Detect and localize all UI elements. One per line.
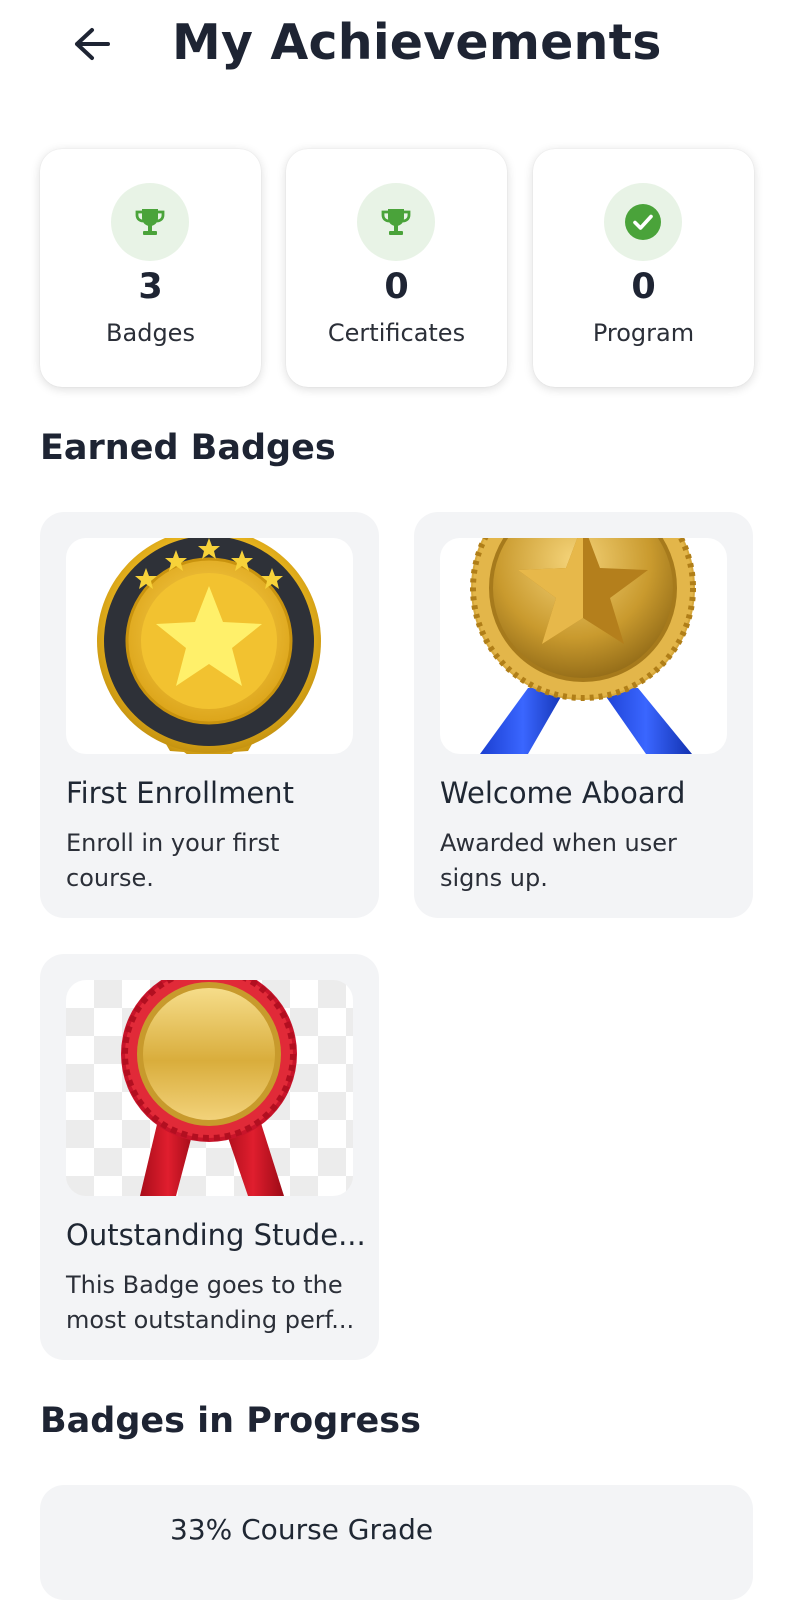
badge-card-first-enrollment[interactable]: First Enrollment Enroll in your first co… — [40, 512, 379, 918]
badge-description: Awarded when user signs up. — [440, 829, 677, 892]
check-circle-icon — [625, 204, 661, 240]
badge-image — [440, 538, 727, 754]
stat-card-badges[interactable]: 3 Badges — [40, 149, 261, 387]
earned-badges-heading: Earned Badges — [40, 428, 336, 468]
badge-card-welcome-aboard[interactable]: Welcome Aboard Awarded when user signs u… — [414, 512, 753, 918]
badge-name: First Enrollment — [66, 776, 294, 810]
app-header: My Achievements — [0, 0, 809, 92]
stat-card-program[interactable]: 0 Program — [533, 149, 754, 387]
trophy-icon — [381, 209, 411, 235]
stat-icon-wrap — [604, 183, 682, 261]
stat-card-certificates[interactable]: 0 Certificates — [286, 149, 507, 387]
badges-in-progress-heading: Badges in Progress — [40, 1401, 421, 1441]
stat-count: 0 — [384, 267, 409, 307]
badge-image — [66, 538, 353, 754]
badge-name: Welcome Aboard — [440, 776, 686, 810]
stat-icon-wrap — [357, 183, 435, 261]
trophy-icon — [135, 209, 165, 235]
stat-icon-wrap — [111, 183, 189, 261]
badge-name: Outstanding Stude... — [66, 1218, 366, 1252]
progress-badge-label: 33% Course Grade — [170, 1513, 434, 1546]
gold-medal-red-ribbon-icon — [121, 980, 297, 1196]
stat-count: 3 — [138, 267, 163, 307]
stats-row: 3 Badges 0 Certificates 0 Program — [40, 149, 754, 387]
stat-count: 0 — [631, 267, 656, 307]
badge-card-outstanding-student[interactable]: Outstanding Stude... This Badge goes to … — [40, 954, 379, 1360]
gold-star-blue-ribbon-icon — [470, 538, 696, 754]
progress-badge-card[interactable]: 33% Course Grade — [40, 1485, 753, 1600]
arrow-left-icon — [75, 28, 110, 60]
badge-description: This Badge goes to the most outstanding … — [66, 1271, 355, 1334]
stat-label: Program — [592, 319, 695, 347]
page-title: My Achievements — [172, 14, 662, 71]
badge-description: Enroll in your first course. — [66, 829, 280, 892]
badge-image — [66, 980, 353, 1196]
stat-label: Badges — [106, 319, 195, 347]
gold-star-medal-icon — [97, 538, 321, 754]
stat-label: Certificates — [327, 319, 466, 347]
back-button[interactable] — [68, 20, 116, 68]
